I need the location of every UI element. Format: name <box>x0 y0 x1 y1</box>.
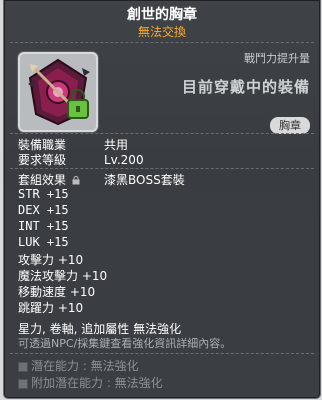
set-name: 漆黑BOSS套裝 <box>104 173 185 187</box>
stat-row: 魔法攻擊力 +10 <box>18 267 107 284</box>
stat-value: +15 <box>46 235 69 249</box>
divider <box>10 42 314 43</box>
item-tooltip: 創世的胸章 無法交換 戰鬥力提升量 目前穿戴中的裝備 胸章 裝備職業 共用 要求等… <box>3 0 321 399</box>
stat-value: +10 <box>57 253 84 267</box>
stat-name: 跳躍力 <box>18 301 55 315</box>
stat-name: STR <box>18 187 40 201</box>
potential-icon <box>18 361 28 372</box>
stat-name: DEX <box>18 203 40 217</box>
set-effect-label: 套組效果 <box>18 171 80 188</box>
equipped-status: 目前穿戴中的裝備 <box>181 78 310 96</box>
slot-badge: 胸章 <box>270 117 310 134</box>
stat-row: LUK +15 <box>18 235 69 249</box>
lock-icon <box>72 176 80 185</box>
divider <box>10 133 314 134</box>
power-increase-label: 戰鬥力提升量 <box>244 52 310 65</box>
stat-value: +10 <box>81 269 108 283</box>
stat-row: 跳躍力 +10 <box>18 299 83 316</box>
divider <box>10 353 314 354</box>
stat-value: +15 <box>46 203 69 217</box>
bonus-potential-row: 附加潛在能力 : 無法強化 <box>18 374 163 391</box>
trade-status: 無法交換 <box>137 25 186 39</box>
req-label: 要求等級 <box>18 153 67 167</box>
set-effect-text: 套組效果 <box>18 173 67 187</box>
stat-name: 攻擊力 <box>18 253 55 267</box>
divider <box>10 168 314 169</box>
stat-name: LUK <box>18 235 40 249</box>
stat-name: 移動速度 <box>18 285 67 299</box>
stat-value: +10 <box>69 285 96 299</box>
potential-icon <box>18 378 28 389</box>
stat-row: DEX +15 <box>18 203 69 217</box>
req-level: 要求等級 Lv.200 <box>18 151 144 168</box>
req-value: Lv.200 <box>104 153 144 167</box>
stat-name: 魔法攻擊力 <box>18 269 79 283</box>
stat-value: +15 <box>46 187 69 201</box>
potential-row: 潛在能力 : 無法強化 <box>18 357 139 374</box>
potential-label: 潛在能力 : 無法強化 <box>31 359 139 373</box>
upgrade-hint: 可透過NPC/採集鍵查看強化資訊詳細內容。 <box>18 337 232 350</box>
stat-row: 攻擊力 +10 <box>18 251 83 268</box>
req-value: 共用 <box>104 138 129 152</box>
stat-name: INT <box>18 219 40 233</box>
stat-value: +10 <box>57 301 84 315</box>
stat-value: +15 <box>46 219 69 233</box>
stat-row: STR +15 <box>18 187 69 201</box>
stat-row: 移動速度 +10 <box>18 283 95 300</box>
stat-row: INT +15 <box>18 219 69 233</box>
bonus-potential-label: 附加潛在能力 : 無法強化 <box>31 376 163 390</box>
item-icon-frame <box>18 52 98 132</box>
item-title: 創世的胸章 <box>127 7 197 23</box>
badge-icon <box>28 58 90 126</box>
